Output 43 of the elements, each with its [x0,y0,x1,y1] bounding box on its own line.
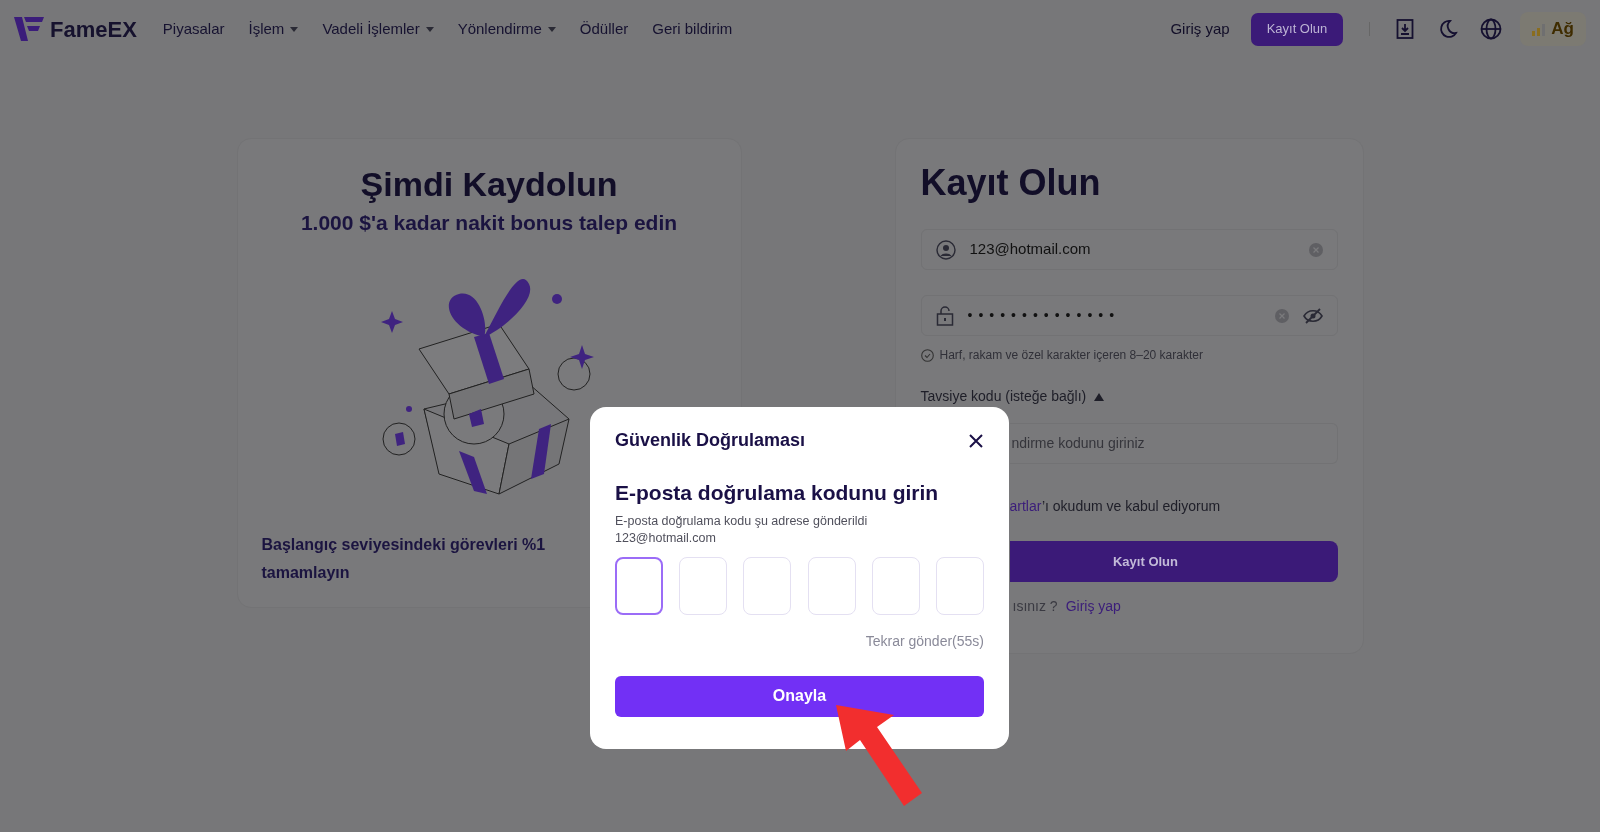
nav-menu-item[interactable]: İşlem [248,17,299,41]
close-icon[interactable] [968,432,984,449]
download-icon[interactable] [1396,19,1415,39]
referral-code-label[interactable]: Tavsiye kodu (isteğe bağlı) [920,386,1087,407]
nav-menu-item[interactable]: Vadeli İşlemler [322,17,434,41]
register-title: Kayıt Olun [920,161,1102,205]
login-link[interactable]: Giriş yap [1065,596,1121,617]
network-status-badge[interactable]: Ağ [1520,12,1586,46]
nav-menu-item[interactable]: Yönlendirme [457,17,556,41]
promo-description: Başlangıç seviyesindeki görevleri %1 [261,534,546,555]
referral-code-field[interactable]: ndirme kodunu giriniz [1009,423,1338,464]
password-hint: Harf, rakam ve özel karakter içeren 8–20 karakter [939,347,1203,364]
password-field[interactable]: •••••••••••••• [920,295,1338,336]
terms-link[interactable]: artlar [1009,498,1042,514]
dialog-title: Güvenlik Doğrulaması [615,429,806,452]
signal-icon [1532,22,1548,36]
nav-menu-item[interactable]: Ödüller [579,17,629,41]
caret-icon[interactable] [1094,392,1105,401]
lock-icon [935,305,954,326]
logo-text: FameEX [50,15,137,44]
login-prompt-text: ısınız ? [1012,597,1058,616]
nav-menu-item[interactable]: Piyasalar [162,17,225,41]
register-button[interactable]: Kayıt Olun [1009,541,1338,582]
email-field[interactable]: 123@hotmail.com [920,229,1338,270]
promo-title: Şimdi Kaydolun [359,164,619,205]
code-digit-field[interactable] [615,556,663,615]
user-icon [935,239,956,260]
globe-icon[interactable] [1480,18,1503,40]
check-circle-icon [920,348,934,362]
moon-icon[interactable] [1438,19,1459,39]
dialog-heading: E-posta doğrulama kodunu girin [615,480,940,506]
eye-slash-icon[interactable] [1302,307,1323,324]
login-link[interactable]: Giriş yap [1170,17,1230,41]
promo-subtitle: 1.000 $'a kadar nakit bonus talep edin [299,210,679,236]
promo-description: tamamlayın [261,562,350,583]
nav-menu-item[interactable]: Geri bildirim [652,17,733,41]
email-address-text: 123@hotmail.com [615,529,717,547]
terms-text: ’ı okudum ve kabul ediyorum [1041,498,1221,514]
sent-to-text: E-posta doğrulama kodu şu adrese gönderildi [615,512,869,530]
confirm-button[interactable]: Onayla [615,675,984,717]
resend-link[interactable]: Tekrar gönder(55s) [865,630,984,652]
logo-icon [14,17,44,41]
signup-button[interactable]: Kayıt Olun [1250,12,1344,46]
